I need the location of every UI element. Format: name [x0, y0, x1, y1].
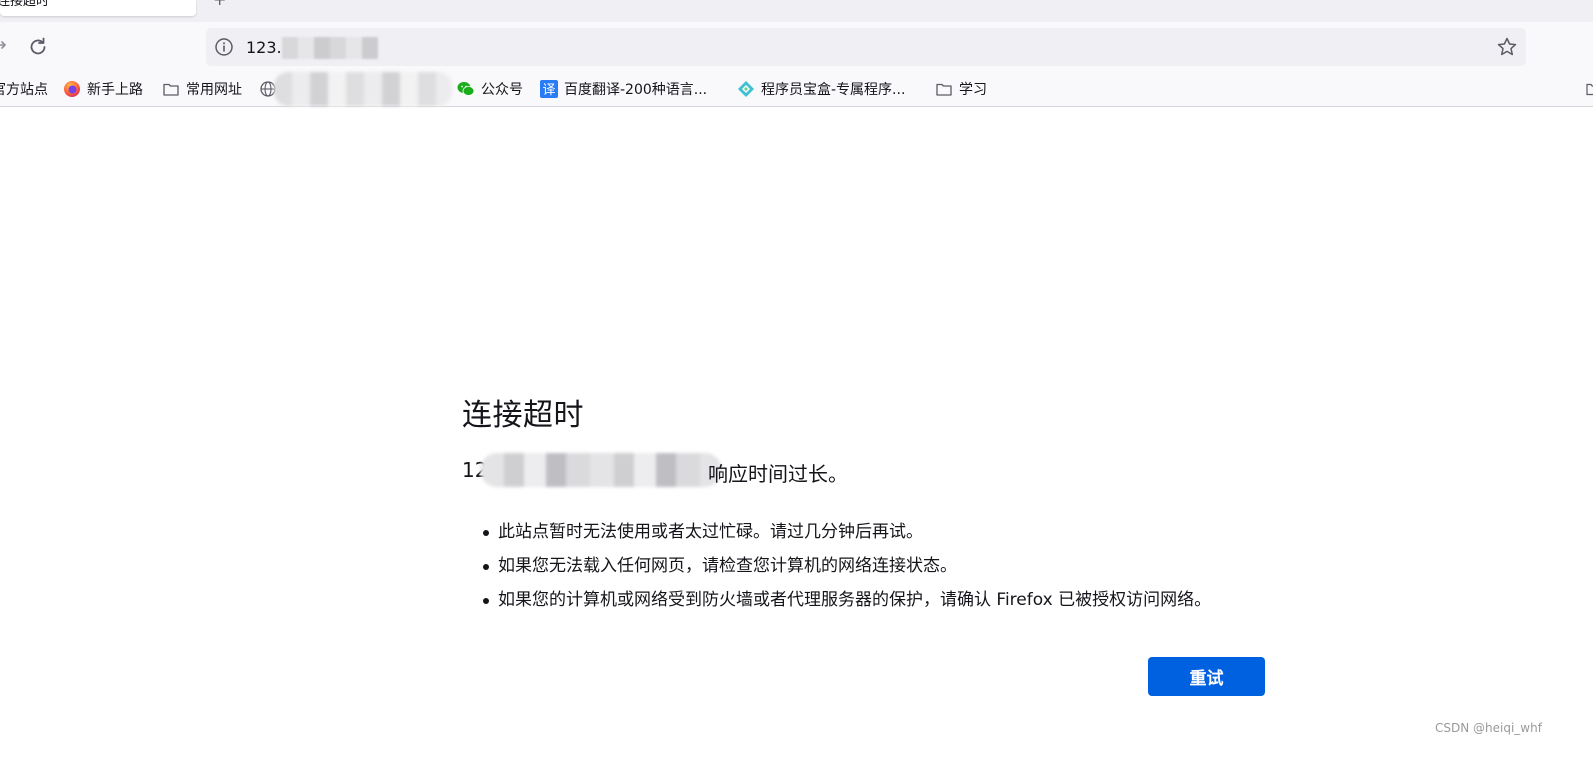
error-suggestions-list: 此站点暂时无法使用或者太过忙碌。请过几分钟后再试。 如果您无法载入任何网页，请检…: [480, 520, 1211, 622]
toolbox-icon: [737, 80, 755, 98]
redacted-bookmark: [274, 72, 452, 106]
translate-icon: 译: [540, 80, 558, 98]
redacted-address: [480, 453, 722, 487]
bookmark-label: 官方站点: [0, 82, 48, 98]
bookmark-label: 公众号: [481, 82, 523, 98]
bookmark-label: 新手上路: [87, 82, 143, 98]
list-item: 如果您的计算机或网络受到防火墙或者代理服务器的保护，请确认 Firefox 已被…: [480, 588, 1211, 622]
bookmark-label: 学习: [959, 82, 987, 98]
bookmark-folder-study[interactable]: 学习: [935, 79, 987, 99]
watermark: CSDN @heiqi_whf: [1435, 721, 1542, 735]
redacted-url: [282, 37, 378, 59]
bookmark-item-wechat[interactable]: 公众号: [457, 79, 523, 99]
wechat-icon: [457, 80, 475, 98]
reload-icon[interactable]: [26, 35, 50, 59]
tab-strip: 连接超时 +: [0, 0, 1593, 22]
site-info-icon[interactable]: [214, 37, 234, 57]
tab-active[interactable]: 连接超时: [0, 0, 196, 16]
bookmark-label: 百度翻译-200种语言...: [564, 82, 708, 98]
firefox-icon: [63, 80, 81, 98]
nav-bar: 123.: [0, 22, 1593, 70]
bookmark-folder-common[interactable]: 常用网址: [162, 79, 242, 99]
bookmark-star-icon[interactable]: [1496, 36, 1518, 58]
new-tab-button[interactable]: +: [213, 0, 226, 9]
bookmark-item-getting-started[interactable]: 新手上路: [63, 79, 143, 99]
browser-window: 连接超时 + 123.: [0, 0, 1593, 758]
bookmark-label: 常用网址: [186, 82, 242, 98]
list-item: 如果您无法载入任何网页，请检查您计算机的网络连接状态。: [480, 554, 1211, 588]
retry-button[interactable]: 重试: [1148, 657, 1265, 696]
folder-icon: [162, 80, 180, 98]
forward-icon[interactable]: [0, 37, 8, 53]
tab-title: 连接超时: [0, 0, 50, 9]
error-description-suffix: 响应时间过长。: [708, 462, 848, 486]
other-bookmarks-folder-icon[interactable]: [1586, 81, 1593, 96]
list-item: 此站点暂时无法使用或者太过忙碌。请过几分钟后再试。: [480, 520, 1211, 554]
url-text: 123.: [246, 38, 282, 57]
folder-icon: [935, 80, 953, 98]
bookmarks-bar: 官方站点 新手上路 常用网址: [0, 70, 1593, 107]
bookmark-label: 程序员宝盒-专属程序...: [761, 82, 906, 98]
address-bar[interactable]: 123.: [206, 28, 1526, 66]
bookmark-item-official[interactable]: 官方站点: [0, 79, 48, 99]
error-title: 连接超时: [462, 398, 584, 433]
svg-text:译: 译: [542, 83, 555, 98]
bookmark-item-baidu-translate[interactable]: 译 百度翻译-200种语言...: [540, 79, 707, 99]
bookmark-item-toolbox[interactable]: 程序员宝盒-专属程序...: [737, 79, 905, 99]
